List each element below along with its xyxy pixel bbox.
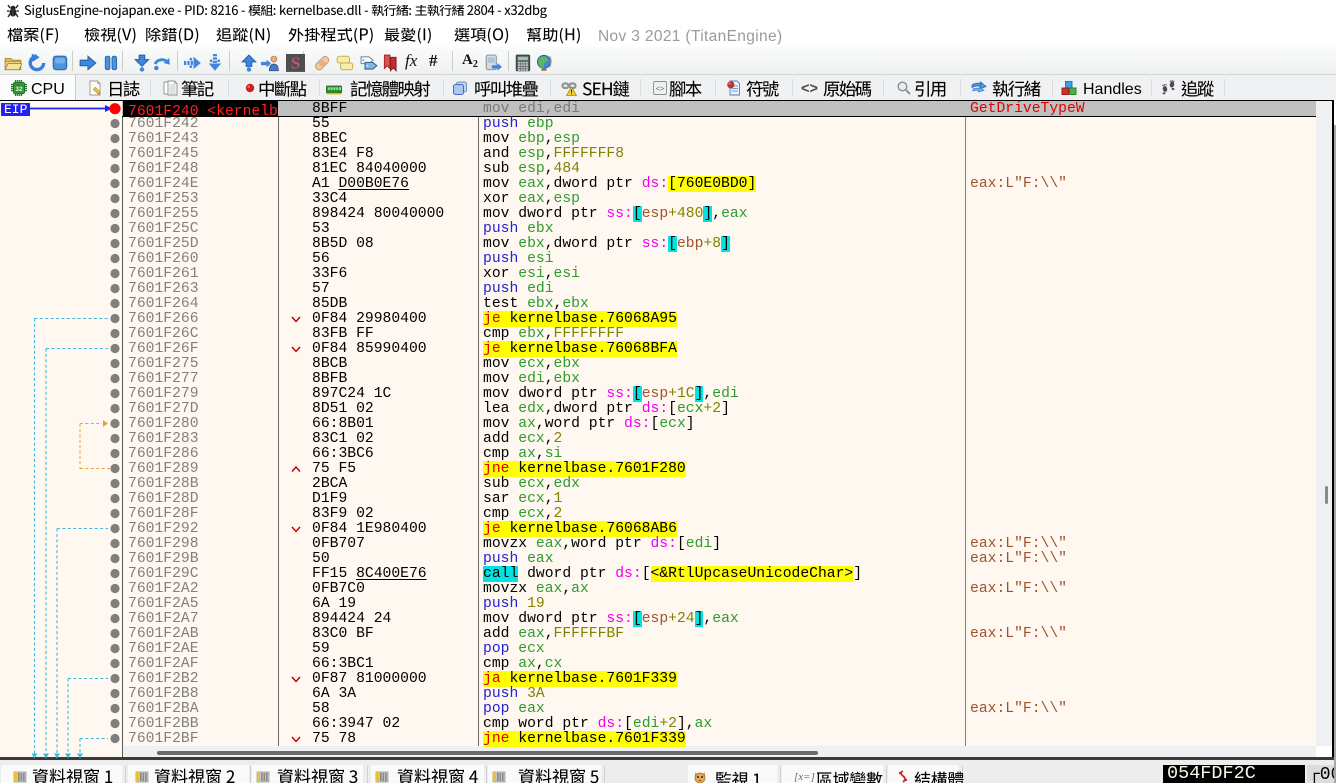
svg-text:!: ! <box>570 90 572 97</box>
svg-text:32: 32 <box>15 86 23 93</box>
svg-text:<>: <> <box>656 84 665 93</box>
svg-text:S: S <box>291 54 300 72</box>
